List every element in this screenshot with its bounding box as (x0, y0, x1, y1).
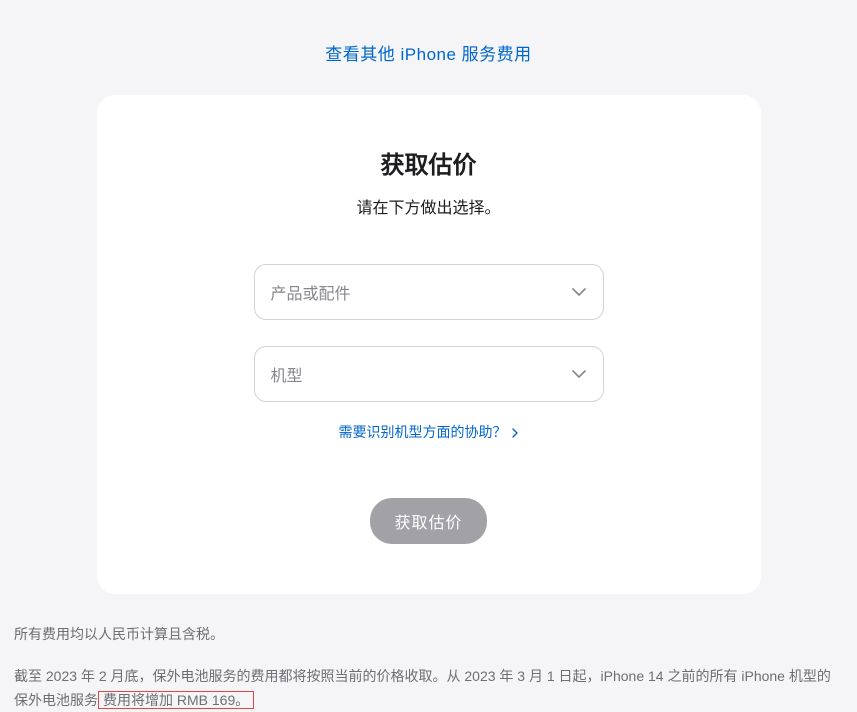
price-increase-highlight: 费用将增加 RMB 169。 (98, 691, 254, 709)
product-select-wrap: 产品或配件 (254, 264, 604, 320)
footer-line-2: 截至 2023 年 2 月底，保外电池服务的费用都将按照当前的价格收取。从 20… (14, 664, 843, 712)
chevron-right-icon (512, 425, 518, 441)
help-link-row: 需要识别机型方面的协助？ (157, 422, 701, 442)
top-link-row: 查看其他 iPhone 服务费用 (10, 0, 847, 95)
product-select[interactable]: 产品或配件 (254, 264, 604, 320)
card-title: 获取估价 (157, 145, 701, 180)
footer-text: 所有费用均以人民币计算且含税。 截至 2023 年 2 月底，保外电池服务的费用… (10, 594, 847, 712)
model-select-placeholder: 机型 (271, 362, 303, 386)
product-select-placeholder: 产品或配件 (271, 280, 351, 304)
other-service-fees-link[interactable]: 查看其他 iPhone 服务费用 (325, 45, 531, 64)
footer-line-1: 所有费用均以人民币计算且含税。 (14, 622, 843, 646)
model-select-wrap: 机型 (254, 346, 604, 402)
card-subtitle: 请在下方做出选择。 (157, 194, 701, 218)
estimate-card: 获取估价 请在下方做出选择。 产品或配件 机型 需要识别机型方面的协助？ (97, 95, 761, 594)
get-estimate-button[interactable]: 获取估价 (370, 498, 486, 544)
model-select[interactable]: 机型 (254, 346, 604, 402)
help-link-label: 需要识别机型方面的协助？ (339, 424, 507, 440)
identify-model-help-link[interactable]: 需要识别机型方面的协助？ (339, 424, 519, 440)
